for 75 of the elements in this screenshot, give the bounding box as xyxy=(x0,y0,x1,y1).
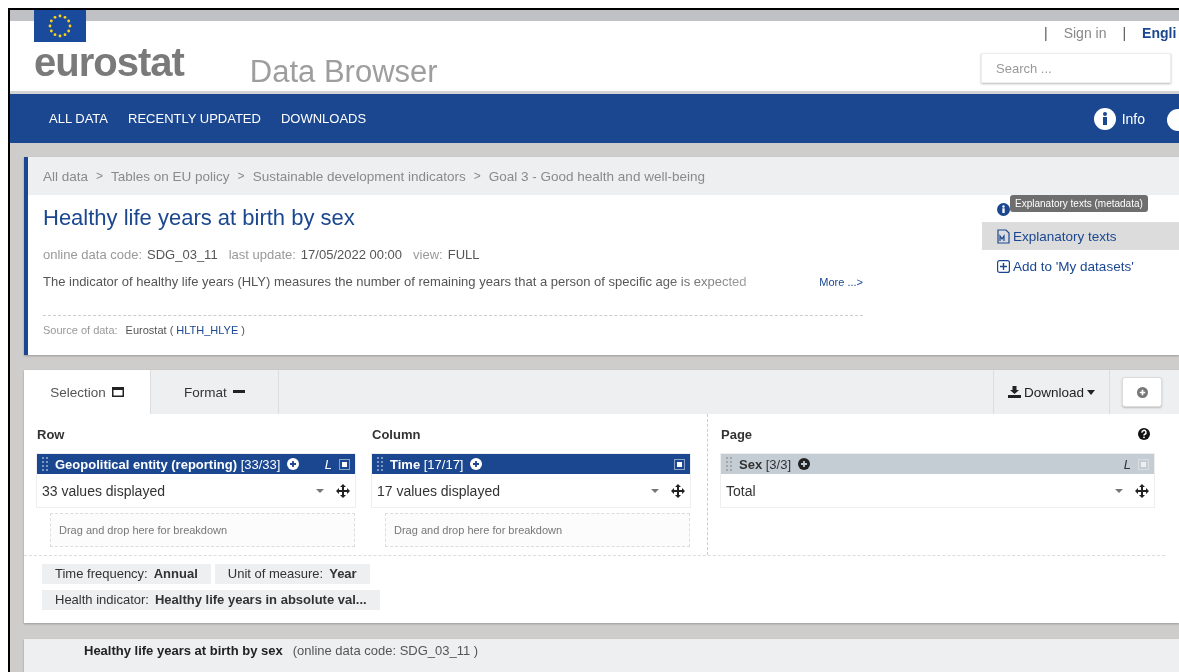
dimension-name: Geopolitical entity (reporting) [33/33] xyxy=(55,456,281,472)
add-icon xyxy=(997,259,1010,273)
dimension-name: Sex [3/3] xyxy=(739,456,792,472)
info-icon[interactable] xyxy=(997,202,1010,216)
meta-value: FULL xyxy=(447,247,480,262)
add-button[interactable] xyxy=(1122,377,1162,407)
label-toggle[interactable]: L xyxy=(1123,456,1131,472)
nav-item[interactable]: RECENTLY UPDATED xyxy=(128,111,261,126)
nav-item[interactable]: DOWNLOADS xyxy=(280,111,367,126)
breadcrumb-separator: > xyxy=(473,169,481,183)
move-icon[interactable] xyxy=(671,483,685,498)
source-label: Source of data: xyxy=(43,324,118,336)
header-link[interactable]: Sign in xyxy=(1063,25,1107,41)
dataset-title: Healthy life years at birth by sex xyxy=(43,205,356,231)
action-link[interactable]: Explanatory texts xyxy=(982,222,1179,250)
eurostat-logo[interactable]: eurostat xyxy=(34,42,184,82)
value-selector[interactable]: Total xyxy=(721,474,1154,507)
plus-circle-icon[interactable] xyxy=(287,458,300,470)
move-icon[interactable] xyxy=(336,483,350,498)
table-code: (online data code: SDG_03_11 ) xyxy=(292,643,479,658)
breadcrumb-separator: > xyxy=(96,169,104,183)
app-title: Data Browser xyxy=(249,54,438,90)
filter-chip[interactable]: Time frequency: Annual xyxy=(42,564,211,584)
download-icon xyxy=(1007,386,1021,398)
window-icon xyxy=(111,387,124,397)
eu-flag-icon xyxy=(34,10,86,42)
caret-icon xyxy=(651,488,659,493)
move-icon[interactable] xyxy=(1135,483,1149,498)
dimension-bar[interactable]: Geopolitical entity (reporting) [33/33] L xyxy=(37,454,355,474)
caret-icon xyxy=(1115,488,1123,493)
value-selector[interactable]: 33 values displayed xyxy=(37,474,355,507)
info-link[interactable]: Info xyxy=(1121,110,1145,127)
meta-label: last update: xyxy=(228,247,296,262)
source-link[interactable]: HLTH_HLYE xyxy=(176,324,239,336)
filter-chip[interactable]: Unit of measure: Year xyxy=(214,564,370,584)
document-icon xyxy=(997,228,1010,244)
plus-circle-icon[interactable] xyxy=(798,458,811,470)
zone-heading: Column xyxy=(372,426,421,442)
filter-chip[interactable]: Health indicator: Healthy life years in absolute val... xyxy=(42,590,380,610)
source-name: Eurostat ( xyxy=(125,324,174,336)
breadcrumb-separator: > xyxy=(237,169,245,183)
source-bracket: ) xyxy=(241,324,245,336)
zone-heading: Row xyxy=(37,426,65,442)
zone-heading: Page xyxy=(721,426,753,442)
meta-label: online data code: xyxy=(43,247,143,262)
dimension-name: Time [17/17] xyxy=(390,456,464,472)
plus-circle-icon[interactable] xyxy=(470,458,483,470)
drop-zone[interactable]: Drag and drop here for breakdown xyxy=(50,513,355,547)
nav-item[interactable]: ALL DATA xyxy=(49,111,108,126)
header-link[interactable]: Engli xyxy=(1142,25,1177,41)
link-separator: | xyxy=(1044,25,1048,41)
tab[interactable]: Selection xyxy=(24,370,151,414)
table-title: Healthy life years at birth by sex xyxy=(84,643,283,658)
label-toggle[interactable]: L xyxy=(324,456,332,472)
value-selector[interactable]: 17 values displayed xyxy=(372,474,690,507)
minus-icon xyxy=(232,390,245,394)
caret-icon xyxy=(316,488,324,493)
drag-handle-icon xyxy=(42,457,48,471)
link-separator: | xyxy=(1122,25,1127,41)
dataset-description: The indicator of healthy life years (HLY) measures the number of remaining years that a person of specific age is expected xyxy=(43,274,748,289)
meta-value: 17/05/2022 00:00 xyxy=(300,247,403,262)
action-link[interactable]: Add to 'My datasets' xyxy=(982,252,1179,280)
search-field[interactable]: Search ... xyxy=(981,53,1171,83)
drop-zone[interactable]: Drag and drop here for breakdown xyxy=(385,513,690,547)
dimension-bar[interactable]: Sex [3/3] L xyxy=(721,454,1154,474)
info-icon[interactable] xyxy=(1093,107,1116,130)
drag-handle-icon xyxy=(377,457,383,471)
download-button[interactable]: Download xyxy=(992,370,1110,414)
meta-value: SDG_03_11 xyxy=(147,247,218,262)
more-link[interactable]: More ...> xyxy=(819,275,863,288)
plus-circle-icon xyxy=(1136,386,1148,398)
caret-icon xyxy=(1087,389,1095,395)
meta-label: view: xyxy=(413,247,443,262)
drag-handle-icon xyxy=(726,457,732,471)
dimension-bar[interactable]: Time [17/17] xyxy=(372,454,690,474)
